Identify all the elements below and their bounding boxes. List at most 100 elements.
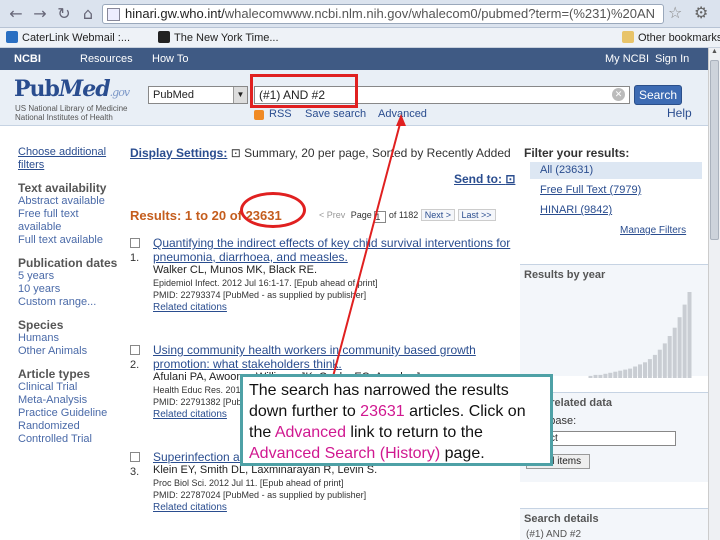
year-bar[interactable] [647,359,652,378]
help-link[interactable]: Help [667,106,692,120]
clear-icon[interactable]: ✕ [612,88,625,101]
year-bar[interactable] [682,304,687,378]
filter-humans[interactable]: Humans [18,332,118,345]
result-checkbox[interactable] [130,238,140,248]
filter-5-years[interactable]: 5 years [18,270,118,283]
year-bar[interactable] [687,292,692,378]
database-select[interactable]: PubMed ▼ [148,86,248,104]
year-bar[interactable] [613,371,618,378]
result-title-link[interactable]: Using community health workers in commun… [153,343,513,371]
result-number: 3. [130,466,140,478]
browser-toolbar: ← → ↻ ⌂ hinari.gw.who.int/whalecomwww.nc… [0,0,720,28]
scroll-thumb[interactable] [710,60,719,240]
results-prefix: Results: 1 to 20 of [130,208,246,223]
year-bar[interactable] [628,368,633,378]
bookmarks-bar: CaterLink Webmail :... The New York Time… [0,28,720,48]
related-citations-link[interactable]: Related citations [153,501,513,514]
filter-10-years[interactable]: 10 years [18,283,118,296]
back-icon[interactable]: ← [6,4,26,24]
year-bar[interactable] [677,317,682,378]
send-to-menu[interactable]: Send to: ⊡ [454,172,515,186]
year-histogram[interactable] [588,288,692,378]
rss-icon[interactable] [254,110,264,120]
filter-clinical-trial[interactable]: Clinical Trial [18,381,118,394]
logo-med: Med [58,76,111,102]
display-settings-label[interactable]: Display Settings: [130,146,227,160]
last-button[interactable]: Last >> [457,209,496,221]
year-bar[interactable] [593,374,598,378]
callout-advanced: Advanced [274,424,346,441]
year-bar[interactable] [598,374,603,378]
result-title-link[interactable]: Quantifying the indirect effects of key … [153,236,513,264]
year-bar[interactable] [623,369,628,378]
filter-all[interactable]: All (23631) [530,162,702,179]
rss-link[interactable]: RSS [269,108,292,120]
chevron-down-icon: ⊡ [505,172,516,186]
year-bar[interactable] [588,375,593,378]
other-bookmarks[interactable]: Other bookmarks [622,31,720,44]
result-checkbox[interactable] [130,452,140,462]
section-title: Species [18,318,64,332]
bookmark-caterlink[interactable]: CaterLink Webmail :... [6,31,130,44]
prev-button[interactable]: < Prev [316,210,348,220]
filter-free-full-text[interactable]: Free full text available [18,208,118,234]
filter-custom-range[interactable]: Custom range... [18,296,118,309]
filter-hinari[interactable]: HINARI (9842) [540,204,612,216]
address-bar[interactable]: hinari.gw.who.int/whalecomwww.ncbi.nlm.n… [102,4,664,24]
filter-other-animals[interactable]: Other Animals [18,345,118,358]
year-bar[interactable] [667,336,672,378]
year-bar[interactable] [672,327,677,378]
chevron-down-icon: ⊡ [230,146,241,160]
chevron-down-icon: ▼ [233,87,247,103]
year-bar[interactable] [657,349,662,378]
scroll-up-icon[interactable]: ▲ [709,48,720,60]
next-button[interactable]: Next > [420,209,455,221]
how-to-menu[interactable]: How To [152,53,188,65]
callout-text: page. [440,445,485,462]
filter-free-full-text-count[interactable]: Free Full Text (7979) [540,184,641,196]
filter-abstract[interactable]: Abstract available [18,195,118,208]
bookmark-label: CaterLink Webmail :... [22,32,131,44]
year-bar[interactable] [618,370,623,378]
forward-icon[interactable]: → [30,4,50,24]
result-number: 1. [130,252,140,264]
result-checkbox[interactable] [130,345,140,355]
page-number-input[interactable]: 1 [374,211,387,223]
search-button[interactable]: Search [634,85,682,105]
year-bar[interactable] [638,364,642,378]
filter-full-text[interactable]: Full text available [18,234,118,247]
display-settings[interactable]: Display Settings: ⊡ Summary, 20 per page… [130,146,511,160]
page-scrollbar[interactable]: ▲ [708,48,720,540]
reload-icon[interactable]: ↻ [54,4,74,24]
resources-menu[interactable]: Resources [80,53,133,65]
wrench-icon[interactable]: ⚙ [694,3,708,22]
year-bar[interactable] [603,373,608,378]
panel-heading[interactable]: Results by year [520,265,710,285]
my-ncbi-link[interactable]: My NCBI [605,53,649,65]
filter-meta-analysis[interactable]: Meta-Analysis [18,394,118,407]
callout-count: 23631 [360,403,405,420]
choose-filters-link[interactable]: Choose additional filters [18,146,118,172]
year-bar[interactable] [633,366,638,379]
year-bar[interactable] [643,362,647,378]
filter-rct[interactable]: Randomized Controlled Trial [18,420,118,446]
advanced-link[interactable]: Advanced [378,108,427,120]
pubmed-logo[interactable]: PubMed.gov [14,76,130,102]
bookmark-nytimes[interactable]: The New York Time... [158,31,279,44]
filter-practice-guideline[interactable]: Practice Guideline [18,407,118,420]
manage-filters-link[interactable]: Manage Filters [620,225,686,236]
related-citations-link[interactable]: Related citations [153,301,513,314]
annotation-callout: The search has narrowed the results down… [240,374,553,466]
ncbi-bar: NCBI Resources How To My NCBI Sign In [0,48,708,70]
save-search-link[interactable]: Save search [305,108,366,120]
bookmark-star-icon[interactable]: ☆ [668,3,682,22]
panel-heading[interactable]: Search details [520,509,710,529]
ncbi-logo[interactable]: NCBI [14,53,41,65]
year-bar[interactable] [608,372,613,378]
result-authors: Walker CL, Munos MK, Black RE. [153,264,318,276]
year-bar[interactable] [662,343,667,378]
sign-in-link[interactable]: Sign In [655,53,689,65]
home-icon[interactable]: ⌂ [78,4,98,24]
year-bar[interactable] [652,354,657,378]
caterlink-icon [6,31,18,43]
